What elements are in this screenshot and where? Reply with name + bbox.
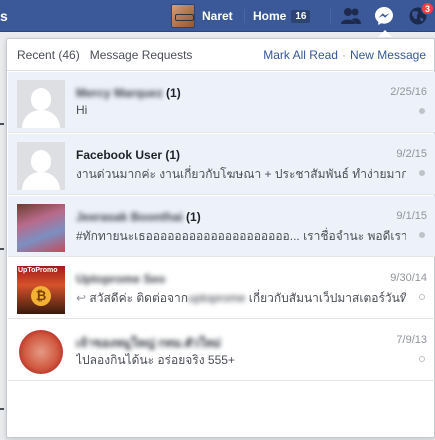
new-message-link[interactable]: New Message bbox=[350, 48, 426, 62]
friends-icon bbox=[341, 8, 361, 24]
mark-as-unread-dot[interactable] bbox=[419, 294, 425, 300]
conversation-name: Uptoprome Seo bbox=[76, 272, 166, 286]
conversation-snippet: #ทักทายนะเธออออออออออออออออออออ... เราชื… bbox=[76, 229, 406, 243]
background-text-fragment bbox=[0, 408, 4, 410]
messages-button[interactable] bbox=[370, 4, 398, 37]
profile-link[interactable]: Naret bbox=[171, 4, 233, 28]
conversation-name: Facebook User (1) bbox=[76, 148, 181, 162]
conversation-date: 9/1/15 bbox=[396, 210, 427, 222]
conversation-date: 2/25/16 bbox=[390, 86, 427, 98]
profile-avatar bbox=[171, 4, 195, 28]
page-logo: UpToPromo ₿ bbox=[17, 266, 65, 314]
tab-recent[interactable]: Recent (46) bbox=[17, 48, 80, 62]
conversation-item[interactable]: Mercy Marquez (1) Hi 2/25/16 bbox=[8, 72, 435, 133]
reply-arrow-icon: ↩ bbox=[76, 291, 87, 305]
search-partial-glyph: s bbox=[0, 8, 8, 24]
logo-text: UpToPromo bbox=[18, 267, 58, 274]
profile-name: Naret bbox=[202, 9, 233, 23]
background-text-fragment bbox=[0, 248, 4, 250]
conversation-snippet: ↩ สวัสดีค่ะ ติดต่อจากuptoprome เกี่ยวกับ… bbox=[76, 291, 406, 305]
notifications-button[interactable]: 3 bbox=[404, 2, 434, 28]
conversation-item[interactable]: เจ้าของหมูใหญ่ กทม.ตัวใหม่ ไปลองกินได้นะ… bbox=[8, 320, 435, 381]
mark-as-read-dot[interactable] bbox=[419, 232, 425, 238]
conversation-name: Jeerasak Boonthai (1) bbox=[76, 210, 201, 224]
messages-flyout: Recent (46) Message Requests Mark All Re… bbox=[6, 38, 435, 438]
conversation-snippet: ไปลองกินได้นะ อร่อยจริง 555+ bbox=[76, 353, 235, 367]
contact-photo bbox=[17, 328, 65, 376]
home-label: Home bbox=[253, 9, 287, 23]
nav-divider bbox=[330, 9, 331, 23]
home-count-badge: 16 bbox=[291, 9, 311, 23]
conversation-date: 7/9/13 bbox=[396, 334, 427, 346]
conversation-item[interactable]: UpToPromo ₿ Uptoprome Seo ↩ สวัสดีค่ะ ติ… bbox=[8, 258, 435, 319]
mark-as-read-dot[interactable] bbox=[419, 170, 425, 176]
mark-as-unread-dot[interactable] bbox=[419, 356, 425, 362]
header-separator: · bbox=[341, 47, 346, 62]
flyout-header: Recent (46) Message Requests Mark All Re… bbox=[7, 39, 434, 71]
mark-all-read-link[interactable]: Mark All Read bbox=[263, 48, 338, 62]
conversation-name: Mercy Marquez (1) bbox=[76, 86, 181, 100]
bitcoin-icon: ₿ bbox=[31, 286, 51, 306]
conversation-snippet: Hi bbox=[76, 103, 88, 117]
conversation-date: 9/30/14 bbox=[390, 272, 427, 284]
conversation-item[interactable]: Jeerasak Boonthai (1) #ทักทายนะเธอออออออ… bbox=[8, 196, 435, 257]
default-avatar bbox=[17, 142, 65, 190]
tab-message-requests[interactable]: Message Requests bbox=[90, 48, 193, 62]
notification-count-badge: 3 bbox=[421, 2, 434, 15]
conversation-item[interactable]: Facebook User (1) งานด่วนมากค่ะ งานเกี่ย… bbox=[8, 134, 435, 195]
background-text-fragment bbox=[0, 123, 4, 125]
top-navigation-bar: s Naret Home 16 3 bbox=[0, 0, 435, 37]
nav-divider bbox=[244, 9, 245, 23]
friend-requests-button[interactable] bbox=[337, 4, 365, 28]
messenger-icon bbox=[375, 7, 393, 25]
default-avatar bbox=[17, 80, 65, 128]
home-link[interactable]: Home 16 bbox=[253, 4, 311, 28]
contact-photo bbox=[17, 204, 65, 252]
mark-as-read-dot[interactable] bbox=[419, 108, 425, 114]
conversation-date: 9/2/15 bbox=[396, 148, 427, 160]
conversation-snippet: งานด่วนมากค่ะ งานเกี่ยวกับโฆษณา + ประชาส… bbox=[76, 167, 406, 181]
